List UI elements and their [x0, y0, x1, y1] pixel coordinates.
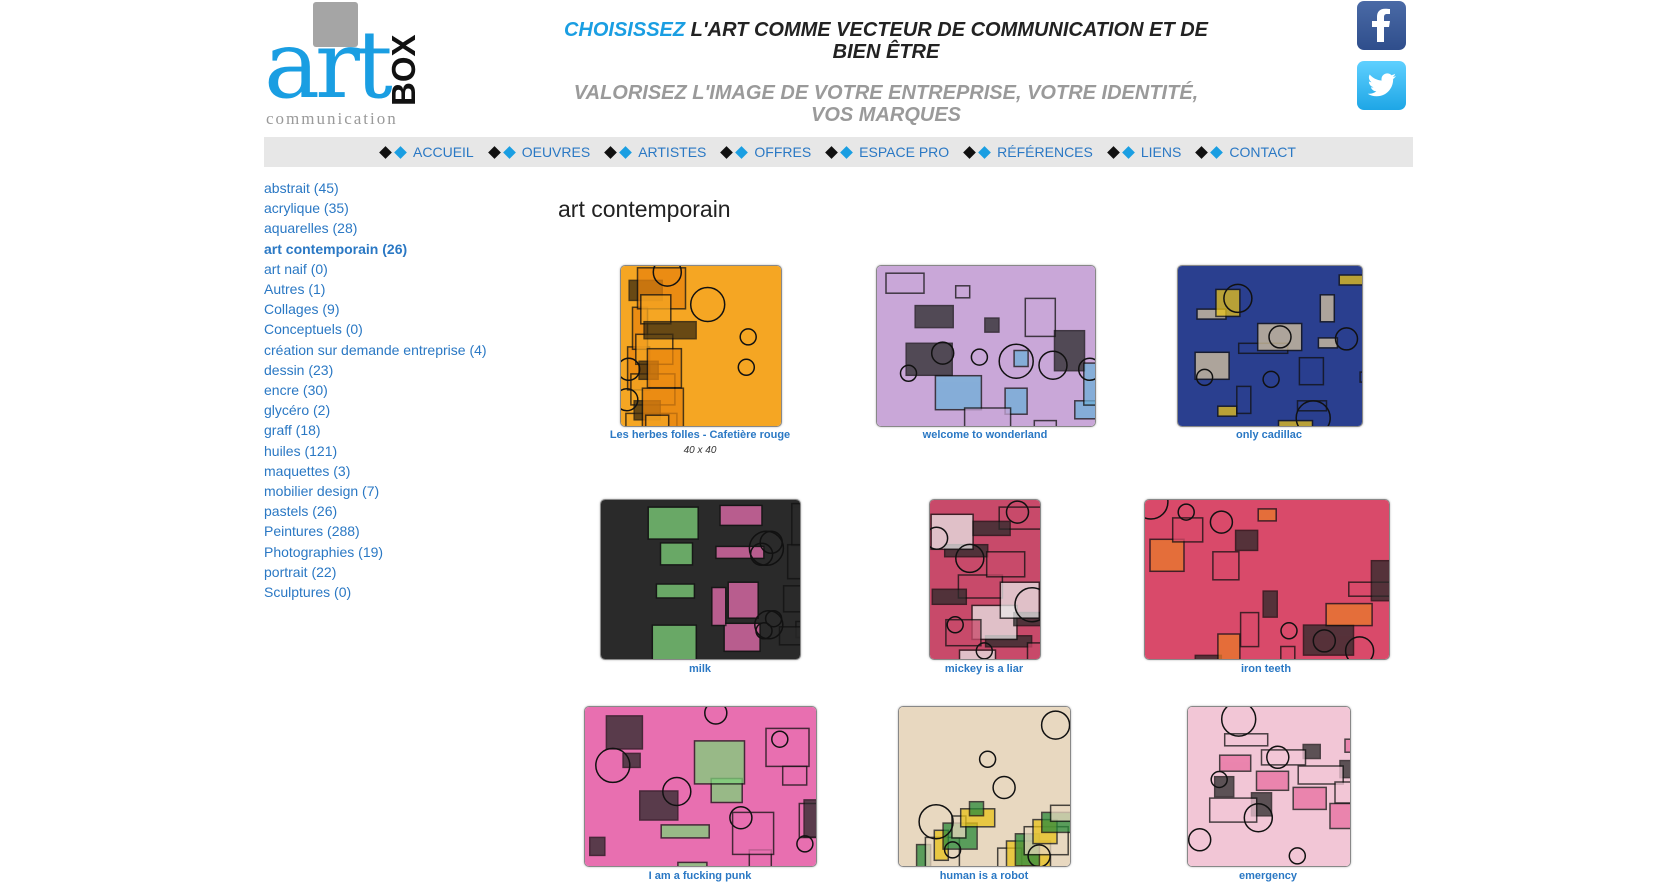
artwork-card[interactable] [584, 706, 817, 867]
nav-item-label: OEUVRES [521, 144, 591, 160]
category-link[interactable]: portrait (22) [264, 562, 487, 582]
nav-item-label: RÉFÉRENCES [997, 144, 1093, 160]
nav-item-accueil[interactable]: ACCUEIL [379, 144, 474, 160]
artwork-thumbnail[interactable] [584, 706, 817, 867]
category-link[interactable]: Sculptures (0) [264, 582, 487, 602]
artwork-thumbnail[interactable] [898, 706, 1071, 867]
nav-item-label: CONTACT [1229, 144, 1296, 160]
category-link[interactable]: abstrait (45) [264, 178, 487, 198]
facebook-icon[interactable] [1357, 1, 1406, 50]
nav-bullet-icon [604, 145, 634, 159]
logo-art-text: art [264, 11, 393, 120]
artwork-thumbnail[interactable] [600, 499, 801, 660]
twitter-icon[interactable] [1357, 61, 1406, 110]
artwork-card[interactable] [1144, 499, 1390, 660]
category-link[interactable]: dessin (23) [264, 360, 487, 380]
artwork-thumbnail[interactable] [876, 265, 1096, 427]
artwork-thumbnail[interactable] [929, 499, 1041, 660]
nav-item-offres[interactable]: OFFRES [720, 144, 812, 160]
nav-item-label: ARTISTES [638, 144, 707, 160]
artwork-card[interactable] [876, 265, 1096, 427]
category-link[interactable]: Conceptuels (0) [264, 319, 487, 339]
artwork-title[interactable]: mickey is a liar [834, 663, 1134, 675]
category-link[interactable]: Autres (1) [264, 279, 487, 299]
artwork-title[interactable]: I am a fucking punk [550, 870, 850, 882]
category-link[interactable]: maquettes (3) [264, 461, 487, 481]
page-title: art contemporain [558, 196, 731, 222]
nav-item-contact[interactable]: CONTACT [1195, 144, 1296, 160]
nav-item-espace-pro[interactable]: ESPACE PRO [825, 144, 950, 160]
artwork-thumbnail[interactable] [1177, 265, 1363, 427]
artwork-thumbnail[interactable] [1144, 499, 1390, 660]
main-nav: ACCUEIL OEUVRES ARTISTES OFFRES ESPACE PRO RÉ… [264, 137, 1413, 167]
artwork-card[interactable] [620, 265, 782, 427]
artwork-title[interactable]: welcome to wonderland [835, 429, 1135, 441]
nav-bullet-icon [720, 145, 750, 159]
nav-bullet-icon [825, 145, 855, 159]
category-link[interactable]: Collages (9) [264, 299, 487, 319]
logo-box-text: BOX [385, 34, 422, 106]
category-list: abstrait (45) acrylique (35) aquarelles (2… [264, 178, 487, 602]
artwork-title[interactable]: emergency [1118, 870, 1418, 882]
category-link[interactable]: art naif (0) [264, 259, 487, 279]
nav-bullet-icon [379, 145, 409, 159]
category-link[interactable]: acrylique (35) [264, 198, 487, 218]
nav-item-oeuvres[interactable]: OEUVRES [487, 144, 591, 160]
logo-tagline: communication [266, 109, 398, 128]
slogan-highlight: CHOISISSEZ [563, 19, 686, 41]
category-link[interactable]: création sur demande entreprise (4) [264, 340, 487, 360]
artwork-card[interactable] [1177, 265, 1363, 427]
nav-item-label: OFFRES [754, 144, 812, 160]
nav-item-artistes[interactable]: ARTISTES [604, 144, 707, 160]
nav-item-label: ESPACE PRO [859, 144, 950, 160]
nav-item-références[interactable]: RÉFÉRENCES [963, 144, 1093, 160]
nav-bullet-icon [963, 145, 993, 159]
nav-item-label: LIENS [1140, 144, 1182, 160]
artwork-title[interactable]: iron teeth [1116, 663, 1416, 675]
header-subslogan: VALORISEZ L'IMAGE DE VOTRE ENTREPRISE, V… [573, 82, 1199, 126]
artwork-card[interactable] [1187, 706, 1351, 867]
category-link[interactable]: huiles (121) [264, 441, 487, 461]
artwork-card[interactable] [929, 499, 1041, 660]
artwork-card[interactable] [898, 706, 1071, 867]
category-link[interactable]: glycéro (2) [264, 400, 487, 420]
category-link[interactable]: Peintures (288) [264, 521, 487, 541]
nav-bullet-icon [1106, 145, 1137, 159]
nav-bullet-icon [1195, 145, 1225, 159]
category-link[interactable]: mobilier design (7) [264, 481, 487, 501]
nav-item-liens[interactable]: LIENS [1106, 144, 1182, 160]
nav-item-label: ACCUEIL [413, 144, 474, 160]
category-link[interactable]: art contemporain (26) [264, 239, 487, 259]
category-link[interactable]: graff (18) [264, 420, 487, 440]
nav-bullet-icon [487, 145, 518, 159]
category-link[interactable]: aquarelles (28) [264, 218, 487, 238]
artwork-title[interactable]: only cadillac [1119, 429, 1419, 441]
artwork-card[interactable] [600, 499, 801, 660]
artwork-thumbnail[interactable] [620, 265, 782, 427]
header-slogan: CHOISISSEZ L'ART COMME VECTEUR DE COMMUN… [556, 19, 1216, 63]
artwork-dimensions: 40 x 40 [683, 445, 717, 456]
artwork-title[interactable]: milk [550, 663, 850, 675]
slogan-rest: L'ART COMME VECTEUR DE COMMUNICATION ET … [685, 19, 1209, 63]
category-link[interactable]: pastels (26) [264, 501, 487, 521]
category-link[interactable]: Photographies (19) [264, 542, 487, 562]
category-link[interactable]: encre (30) [264, 380, 487, 400]
site-logo[interactable]: art BOX communication [264, 2, 426, 128]
artwork-thumbnail[interactable] [1187, 706, 1351, 867]
artwork-title[interactable]: human is a robot [834, 870, 1134, 882]
artwork-title[interactable]: Les herbes folles - Cafetière rouge [550, 429, 850, 441]
